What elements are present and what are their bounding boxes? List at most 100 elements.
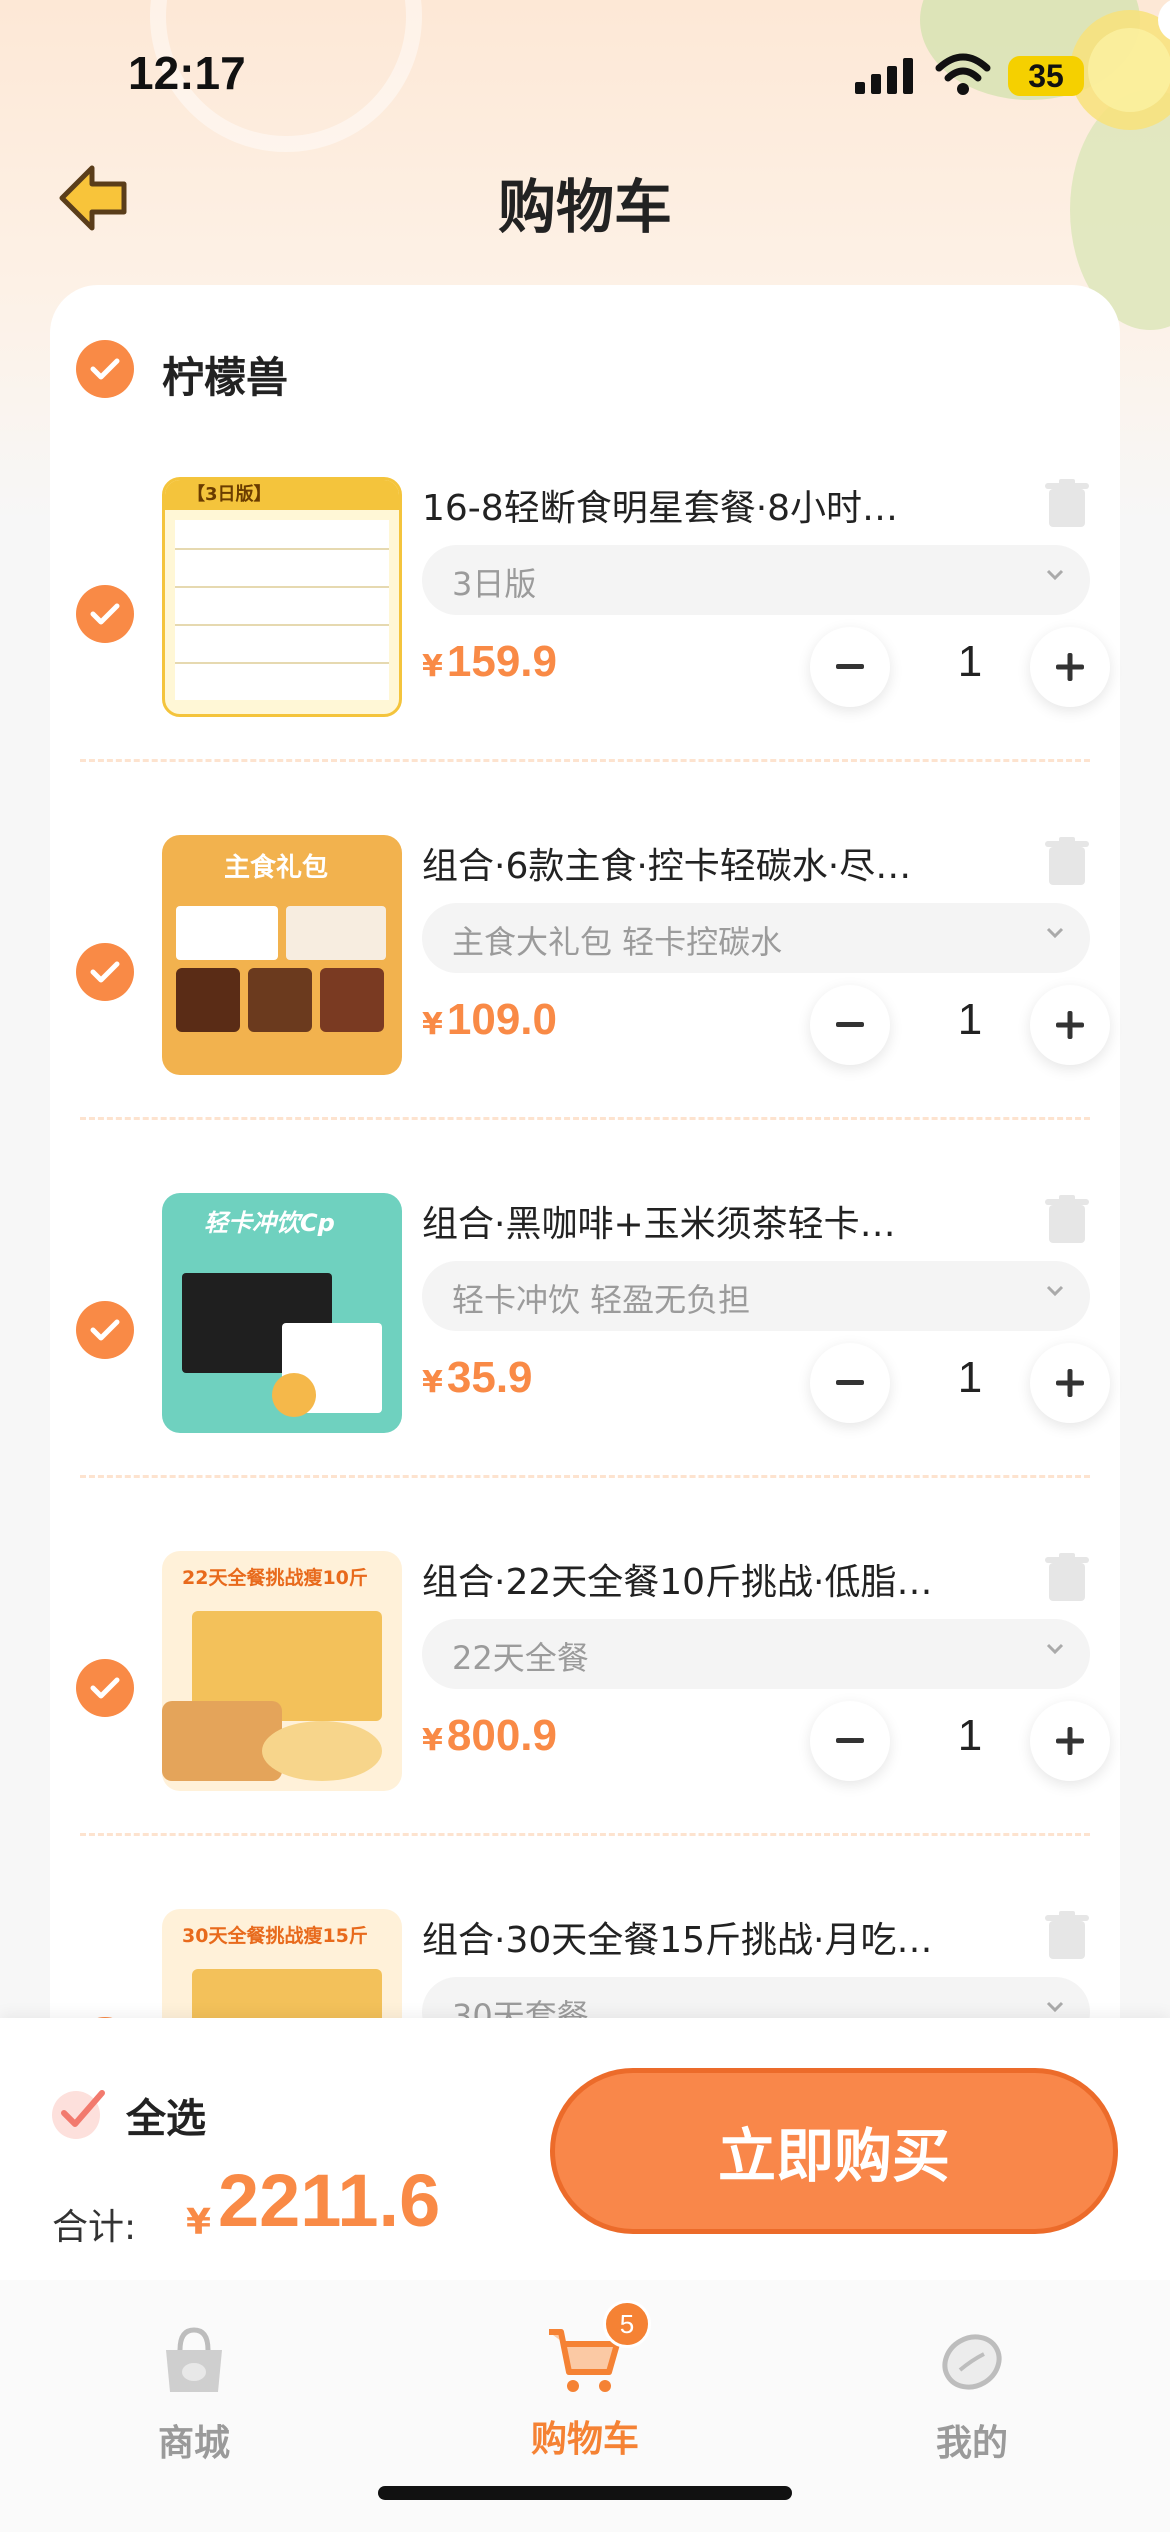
item-price: ¥159.9 — [422, 637, 557, 687]
cart-item: 主食礼包 组合·6款主食·控卡轻碳水·尽… 主食大礼包 轻卡控碳水 ¥109.0… — [50, 823, 1120, 1181]
variant-label: 22天全餐 — [452, 1639, 589, 1677]
thumbnail-caption: 主食礼包 — [224, 853, 329, 883]
quantity-value: 1 — [957, 995, 983, 1044]
trash-icon[interactable] — [1045, 837, 1089, 887]
shopping-bag-icon — [166, 2327, 222, 2392]
currency-symbol: ¥ — [422, 1007, 443, 1042]
variant-selector[interactable]: 主食大礼包 轻卡控碳水 — [422, 903, 1090, 973]
trash-icon[interactable] — [1045, 479, 1089, 529]
quantity-value: 1 — [957, 1353, 983, 1402]
item-title[interactable]: 组合·6款主食·控卡轻碳水·尽… — [422, 837, 982, 889]
total-label: 合计: — [52, 2207, 137, 2248]
trash-icon[interactable] — [1045, 1553, 1089, 1603]
tab-label: 商城 — [157, 2423, 230, 2464]
variant-selector[interactable]: 轻卡冲饮 轻盈无负担 — [422, 1261, 1090, 1331]
battery-indicator: 35 — [1008, 56, 1084, 96]
variant-selector[interactable]: 22天全餐 — [422, 1619, 1090, 1689]
chevron-down-icon — [1046, 569, 1064, 581]
checkmark-icon — [90, 1677, 120, 1699]
wifi-icon — [935, 53, 991, 95]
page-title: 购物车 — [497, 173, 672, 241]
quantity-stepper: 1 — [760, 625, 1110, 711]
total-currency: ¥ — [186, 2202, 212, 2243]
cart-item: 轻卡冲饮Cp 组合·黑咖啡+玉米须茶轻卡… 轻卡冲饮 轻盈无负担 ¥35.9 1 — [50, 1181, 1120, 1539]
item-title[interactable]: 组合·30天全餐15斤挑战·月吃… — [422, 1911, 982, 1963]
buy-now-button[interactable]: 立即购买 — [550, 2068, 1118, 2234]
item-title[interactable]: 16-8轻断食明星套餐·8小时… — [422, 479, 982, 531]
thumbnail-caption: 轻卡冲饮Cp — [204, 1209, 335, 1237]
variant-selector[interactable]: 3日版 — [422, 545, 1090, 615]
cellular-signal-icon — [855, 58, 913, 94]
product-thumbnail[interactable]: 主食礼包 — [162, 835, 402, 1075]
quantity-value: 1 — [957, 637, 983, 686]
cart-item: 【3日版】 16-8轻断食明星套餐·8小时… 3日版 ¥159.9 1 — [50, 465, 1120, 823]
quantity-stepper: 1 — [760, 1699, 1110, 1785]
plus-icon — [1056, 1727, 1084, 1755]
item-divider — [80, 1117, 1090, 1120]
price-amount: 800.9 — [446, 1711, 557, 1760]
increase-button[interactable] — [1030, 1343, 1110, 1423]
store-checkbox[interactable] — [76, 340, 134, 398]
chevron-down-icon — [1046, 2001, 1064, 2013]
variant-label: 主食大礼包 轻卡控碳水 — [452, 923, 783, 961]
item-checkbox[interactable] — [76, 1659, 134, 1717]
increase-button[interactable] — [1030, 627, 1110, 707]
select-all-label[interactable]: 全选 — [126, 2086, 206, 2144]
tab-mine[interactable]: 我的 — [862, 2320, 1082, 2466]
decrease-button[interactable] — [810, 627, 890, 707]
plus-icon — [1056, 1369, 1084, 1397]
checkmark-icon — [90, 961, 120, 983]
item-checkbox[interactable] — [76, 585, 134, 643]
currency-symbol: ¥ — [422, 1365, 443, 1400]
trash-icon[interactable] — [1045, 1195, 1089, 1245]
total-amount: 2211.6 — [218, 2159, 441, 2242]
checkmark-icon — [90, 1319, 120, 1341]
price-amount: 35.9 — [446, 1353, 533, 1402]
trash-icon[interactable] — [1045, 1911, 1089, 1961]
plus-icon — [1056, 653, 1084, 681]
decrease-button[interactable] — [810, 985, 890, 1065]
tab-cart[interactable]: 5 购物车 — [475, 2300, 695, 2462]
tab-label: 购物车 — [530, 2419, 639, 2460]
increase-button[interactable] — [1030, 985, 1110, 1065]
item-checkbox[interactable] — [76, 1301, 134, 1359]
currency-symbol: ¥ — [422, 649, 443, 684]
item-price: ¥35.9 — [422, 1353, 533, 1403]
chevron-down-icon — [1046, 927, 1064, 939]
price-amount: 159.9 — [446, 637, 557, 686]
item-price: ¥800.9 — [422, 1711, 557, 1761]
minus-icon — [836, 1022, 864, 1027]
variant-label: 3日版 — [452, 565, 537, 603]
product-thumbnail[interactable]: 22天全餐挑战瘦10斤 — [162, 1551, 402, 1791]
thumbnail-caption: 【3日版】 — [165, 480, 399, 510]
variant-label: 轻卡冲饮 轻盈无负担 — [452, 1281, 751, 1319]
decrease-button[interactable] — [810, 1343, 890, 1423]
item-checkbox[interactable] — [76, 943, 134, 1001]
tab-icon-wrapper: 5 — [545, 2300, 651, 2400]
item-divider — [80, 1833, 1090, 1836]
item-title[interactable]: 组合·22天全餐10斤挑战·低脂… — [422, 1553, 982, 1605]
status-bar: 12:17 35 — [0, 0, 1170, 150]
select-all-checkbox-icon[interactable] — [48, 2083, 108, 2143]
quantity-stepper: 1 — [760, 1341, 1110, 1427]
decrease-button[interactable] — [810, 1701, 890, 1781]
increase-button[interactable] — [1030, 1701, 1110, 1781]
product-thumbnail[interactable]: 轻卡冲饮Cp — [162, 1193, 402, 1433]
minus-icon — [836, 1738, 864, 1743]
cart-badge: 5 — [603, 2300, 651, 2348]
cart-card: 柠檬兽 【3日版】 16-8轻断食明星套餐·8小时… 3日版 ¥159.9 1 … — [50, 285, 1120, 2149]
minus-icon — [836, 664, 864, 669]
price-amount: 109.0 — [446, 995, 557, 1044]
tab-label: 我的 — [935, 2423, 1008, 2464]
cart-item: 22天全餐挑战瘦10斤 组合·22天全餐10斤挑战·低脂… 22天全餐 ¥800… — [50, 1539, 1120, 1897]
item-divider — [80, 1475, 1090, 1478]
product-thumbnail[interactable]: 【3日版】 — [162, 477, 402, 717]
thumbnail-caption: 22天全餐挑战瘦10斤 — [182, 1567, 368, 1589]
chevron-down-icon — [1046, 1285, 1064, 1297]
quantity-stepper: 1 — [760, 983, 1110, 1069]
store-name: 柠檬兽 — [162, 353, 289, 402]
checkout-bar: 全选 合计: ¥ 2211.6 立即购买 — [0, 2018, 1170, 2280]
tab-mall[interactable]: 商城 — [84, 2320, 304, 2466]
thumbnail-graphic — [175, 520, 389, 700]
item-title[interactable]: 组合·黑咖啡+玉米须茶轻卡… — [422, 1195, 982, 1247]
